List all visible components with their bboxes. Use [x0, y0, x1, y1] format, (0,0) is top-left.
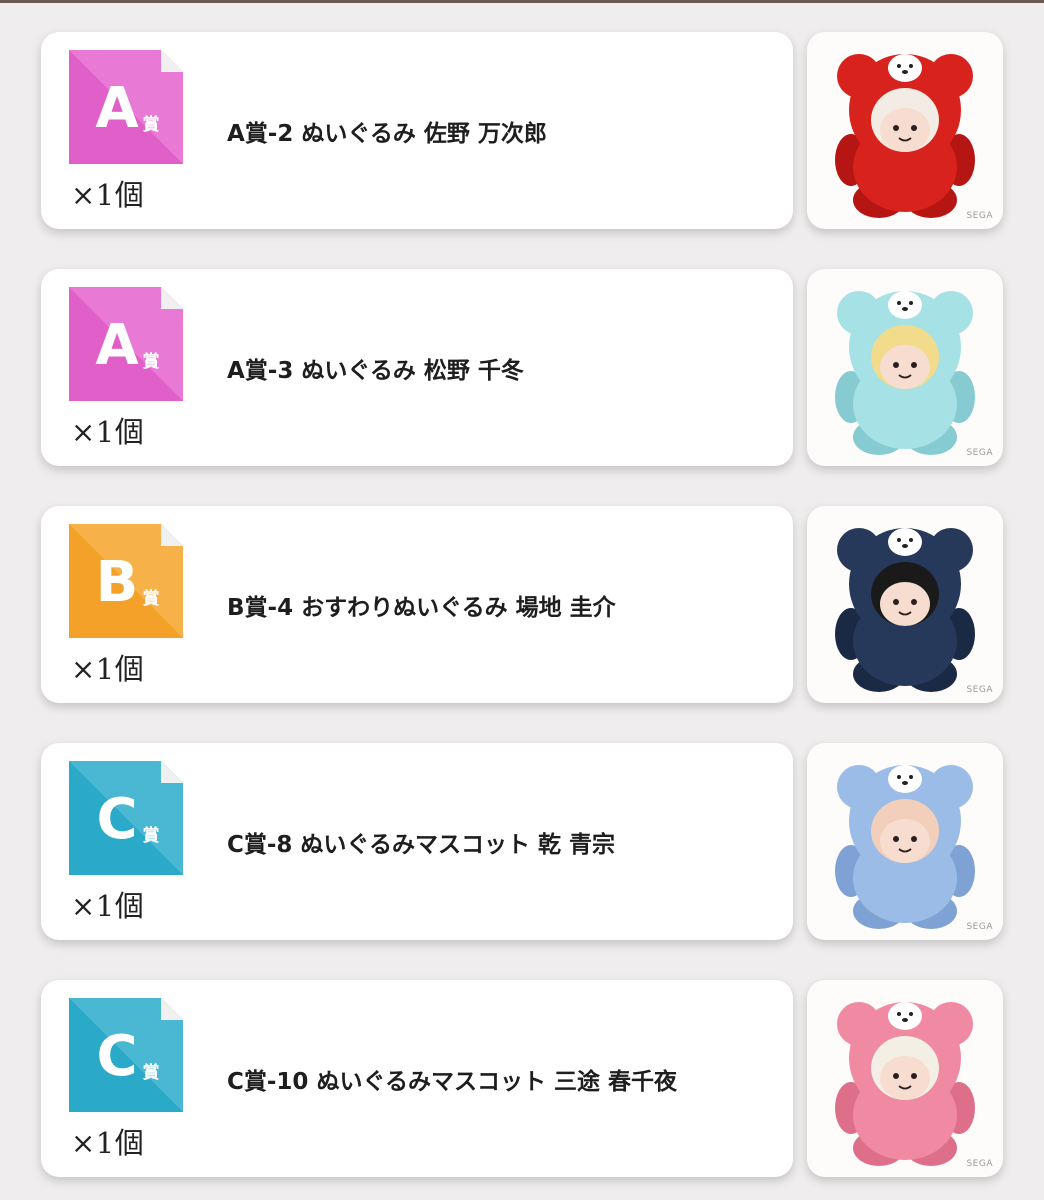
- prize-row[interactable]: C賞 ×1個 C賞-10 ぬいぐるみマスコット 三途 春千夜 SEGA: [41, 980, 1003, 1177]
- prize-quantity: ×1個: [71, 178, 145, 212]
- tier-suffix: 賞: [143, 114, 160, 135]
- watermark: SEGA: [966, 448, 993, 458]
- prize-row[interactable]: A賞 ×1個 A賞-2 ぬいぐるみ 佐野 万次郎 SEGA: [41, 32, 1003, 229]
- watermark: SEGA: [966, 685, 993, 695]
- blue-bear-plush-icon: [835, 765, 975, 929]
- prize-row[interactable]: B賞 ×1個 B賞-4 おすわりぬいぐるみ 場地 圭介 SEGA: [41, 506, 1003, 703]
- tier-letter: A: [95, 76, 139, 141]
- prize-thumbnail[interactable]: SEGA: [807, 980, 1003, 1177]
- prize-thumbnail[interactable]: SEGA: [807, 506, 1003, 703]
- prize-card[interactable]: A賞 ×1個 A賞-2 ぬいぐるみ 佐野 万次郎: [41, 32, 793, 229]
- prize-quantity: ×1個: [71, 652, 145, 686]
- tier-suffix: 賞: [143, 588, 160, 609]
- prize-name: B賞-4 おすわりぬいぐるみ 場地 圭介: [227, 594, 616, 621]
- prize-tier-badge: A賞: [69, 287, 183, 401]
- navy-bear-plush-icon: [835, 528, 975, 692]
- prize-name: C賞-10 ぬいぐるみマスコット 三途 春千夜: [227, 1068, 677, 1095]
- prize-row[interactable]: A賞 ×1個 A賞-3 ぬいぐるみ 松野 千冬 SEGA: [41, 269, 1003, 466]
- prize-name: A賞-2 ぬいぐるみ 佐野 万次郎: [227, 120, 547, 147]
- prize-tier-badge: B賞: [69, 524, 183, 638]
- pink-bear-plush-icon: [835, 1002, 975, 1166]
- red-bear-plush-icon: [835, 54, 975, 218]
- prize-card[interactable]: A賞 ×1個 A賞-3 ぬいぐるみ 松野 千冬: [41, 269, 793, 466]
- prize-name: A賞-3 ぬいぐるみ 松野 千冬: [227, 357, 524, 384]
- prize-tier-badge: C賞: [69, 998, 183, 1112]
- prize-quantity: ×1個: [71, 889, 145, 923]
- prize-list: A賞 ×1個 A賞-2 ぬいぐるみ 佐野 万次郎 SEGA A賞 ×1個 A賞-…: [0, 0, 1044, 1200]
- prize-quantity: ×1個: [71, 415, 145, 449]
- prize-card[interactable]: B賞 ×1個 B賞-4 おすわりぬいぐるみ 場地 圭介: [41, 506, 793, 703]
- prize-tier-badge: C賞: [69, 761, 183, 875]
- prize-thumbnail[interactable]: SEGA: [807, 743, 1003, 940]
- prize-name: C賞-8 ぬいぐるみマスコット 乾 青宗: [227, 831, 615, 858]
- prize-card[interactable]: C賞 ×1個 C賞-10 ぬいぐるみマスコット 三途 春千夜: [41, 980, 793, 1177]
- tier-letter: B: [96, 550, 139, 615]
- tier-suffix: 賞: [143, 1062, 160, 1083]
- prize-tier-badge: A賞: [69, 50, 183, 164]
- prize-card[interactable]: C賞 ×1個 C賞-8 ぬいぐるみマスコット 乾 青宗: [41, 743, 793, 940]
- tier-suffix: 賞: [143, 825, 160, 846]
- tier-letter: C: [96, 1024, 137, 1089]
- watermark: SEGA: [966, 1159, 993, 1169]
- prize-row[interactable]: C賞 ×1個 C賞-8 ぬいぐるみマスコット 乾 青宗 SEGA: [41, 743, 1003, 940]
- prize-quantity: ×1個: [71, 1126, 145, 1160]
- prize-thumbnail[interactable]: SEGA: [807, 32, 1003, 229]
- mint-bear-plush-icon: [835, 291, 975, 455]
- watermark: SEGA: [966, 211, 993, 221]
- tier-letter: A: [95, 313, 139, 378]
- tier-suffix: 賞: [143, 351, 160, 372]
- watermark: SEGA: [966, 922, 993, 932]
- prize-thumbnail[interactable]: SEGA: [807, 269, 1003, 466]
- tier-letter: C: [96, 787, 137, 852]
